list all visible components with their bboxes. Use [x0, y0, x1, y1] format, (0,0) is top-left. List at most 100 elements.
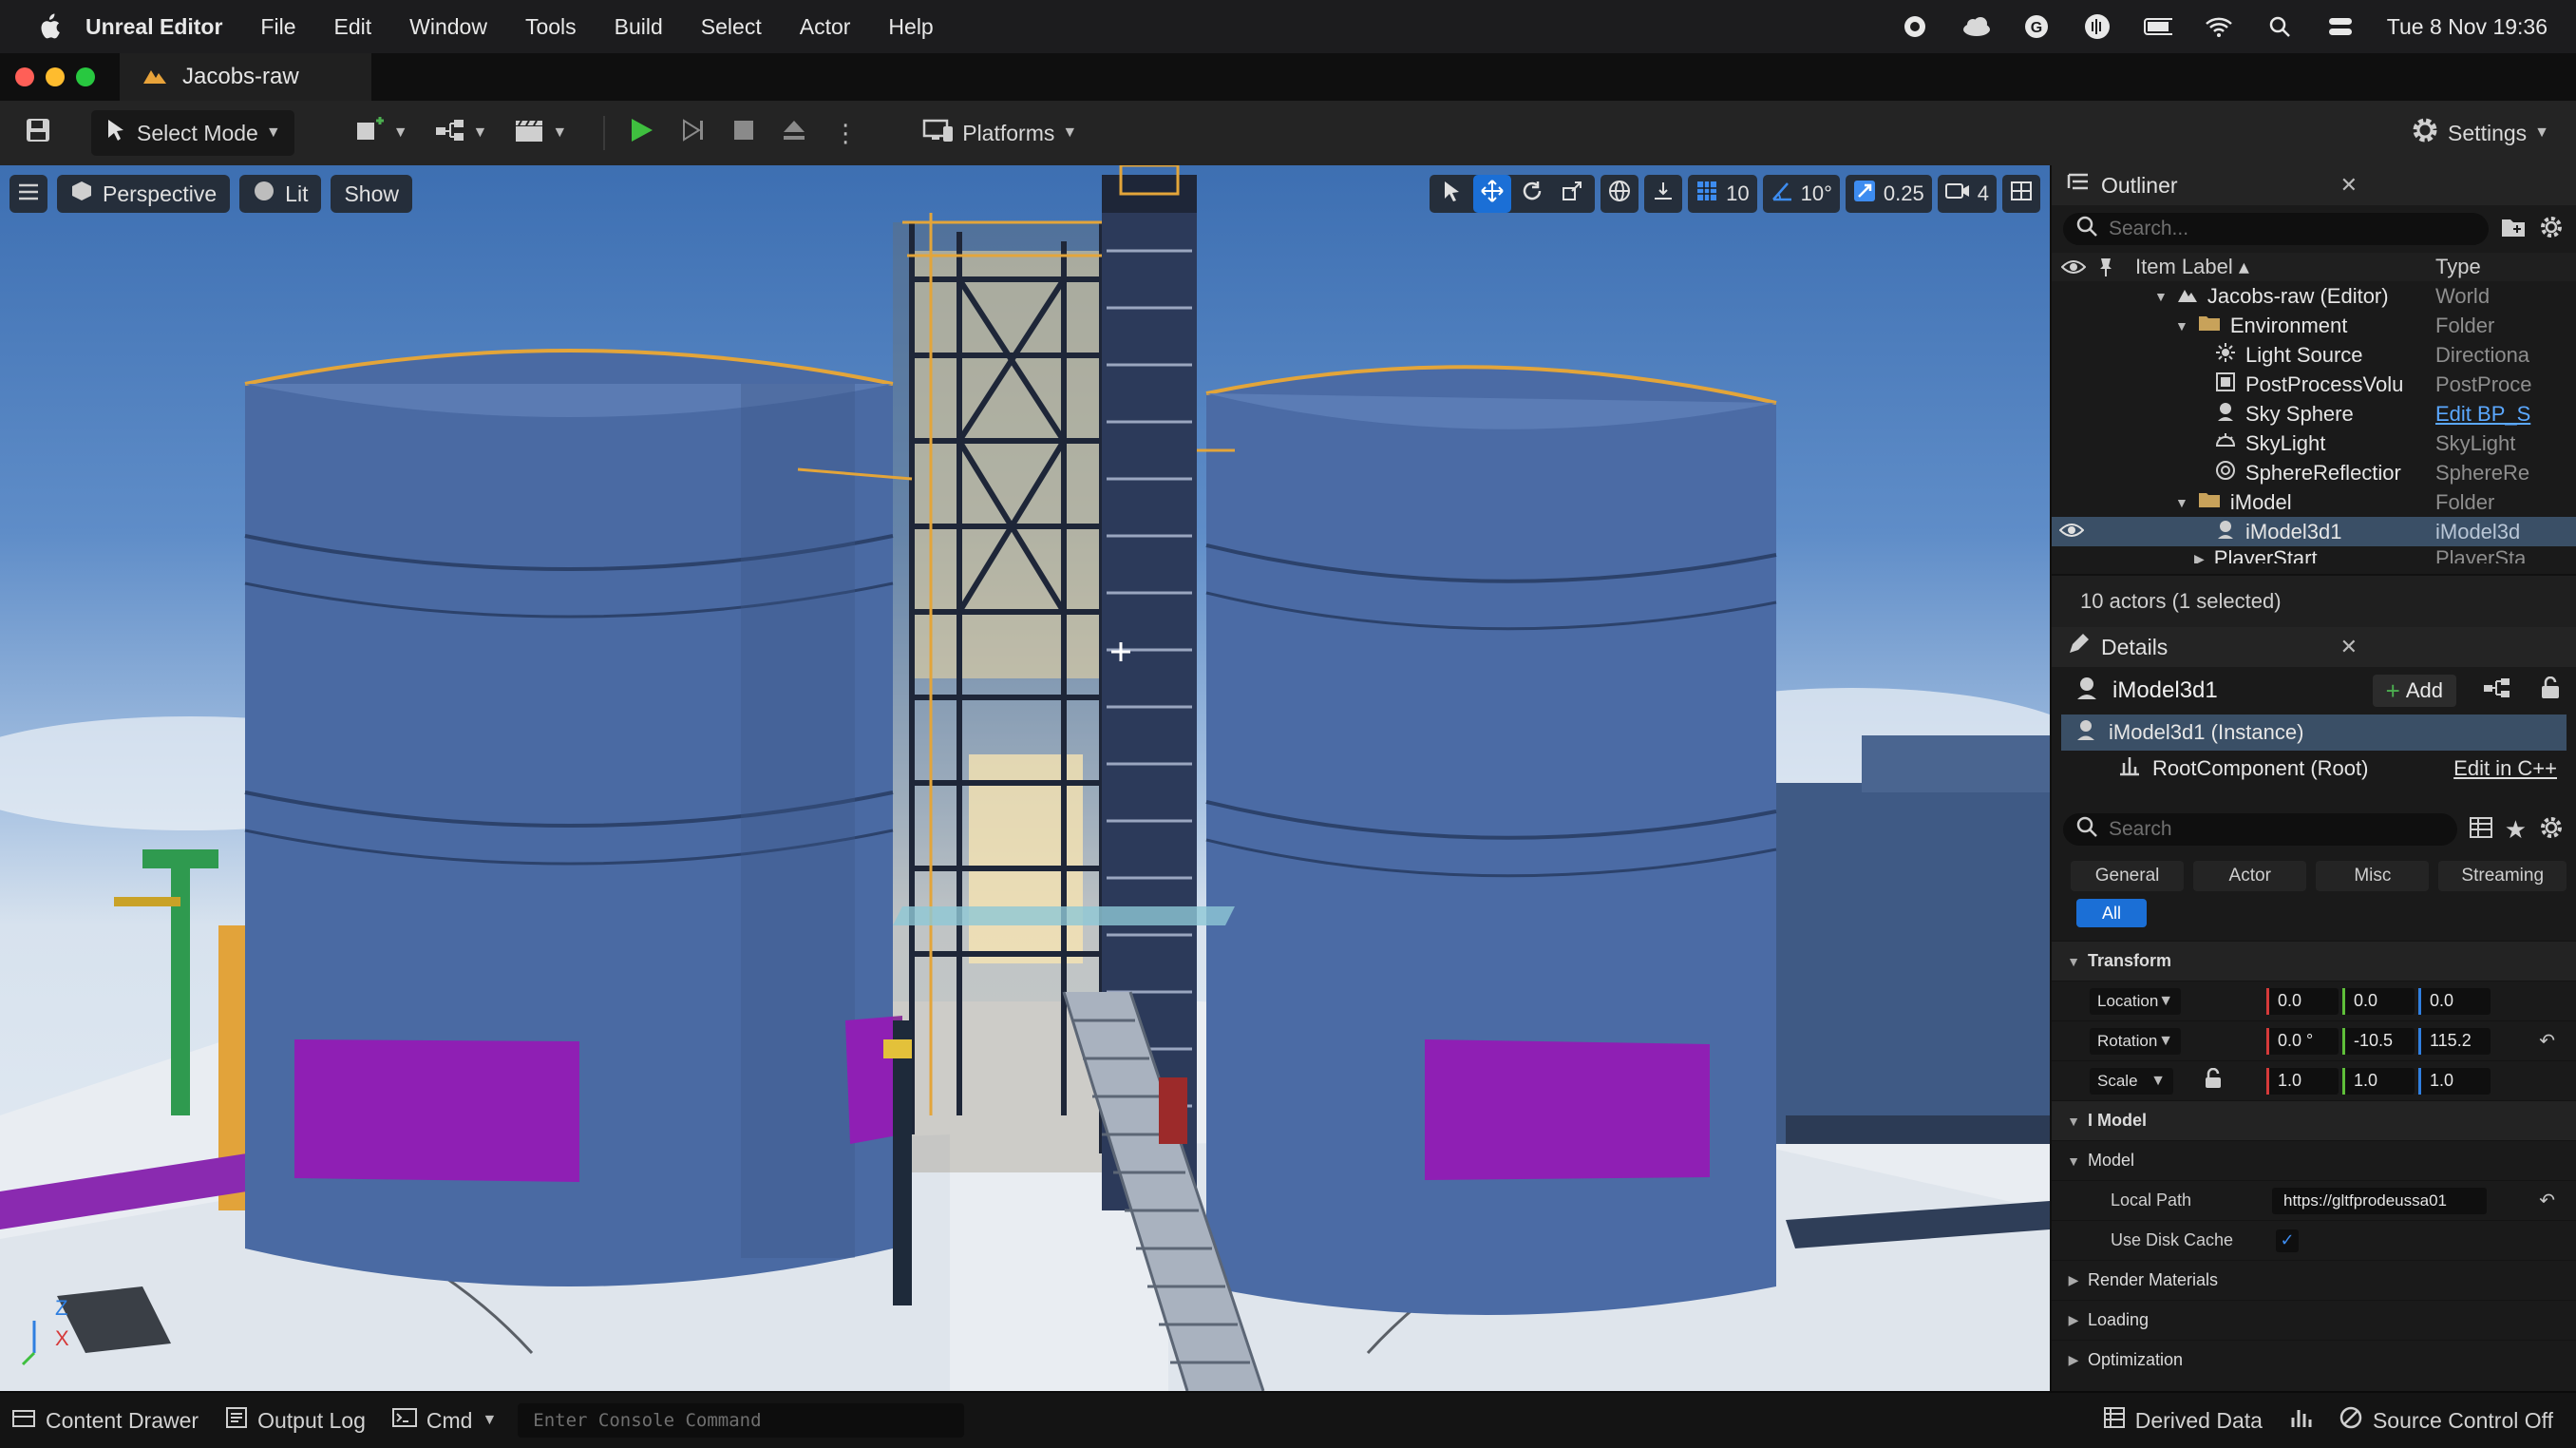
outliner-row-environment[interactable]: ▼ Environment Folder — [2052, 311, 2576, 340]
rotation-snap-button[interactable]: 10° — [1762, 175, 1840, 213]
select-tool-button[interactable] — [1433, 175, 1471, 213]
grammarly-icon[interactable]: G — [2022, 14, 2051, 39]
details-tab[interactable]: Details ✕ — [2052, 627, 2576, 667]
trace-button[interactable] — [2276, 1392, 2325, 1448]
battery-icon[interactable] — [2143, 14, 2172, 39]
play-options-button[interactable]: ⋮ — [820, 110, 871, 156]
type-column[interactable]: Type — [2435, 255, 2481, 279]
outliner-row-player-start[interactable]: ▶ PlayerStart PlayerSta — [2052, 546, 2576, 563]
menu-edit[interactable]: Edit — [333, 14, 371, 40]
details-actor-name[interactable]: iModel3d1 — [2112, 677, 2218, 704]
record-icon[interactable] — [1901, 14, 1929, 39]
location-mode-dropdown[interactable]: Location ▼ — [2090, 987, 2181, 1015]
level-tab[interactable]: Jacobs-raw — [120, 53, 371, 101]
scale-x-field[interactable]: 1.0 — [2266, 1067, 2339, 1095]
transform-section-header[interactable]: ▼ Transform — [2052, 941, 2576, 981]
location-z-field[interactable]: 0.0 — [2418, 987, 2491, 1015]
console-command-input[interactable]: Enter Console Command — [518, 1403, 965, 1438]
cmd-dropdown[interactable]: Cmd ▼ — [379, 1392, 510, 1448]
menu-file[interactable]: File — [260, 14, 295, 40]
root-component-row[interactable]: RootComponent (Root) Edit in C++ — [2052, 751, 2576, 787]
select-mode-dropdown[interactable]: Select Mode ▼ — [91, 110, 294, 156]
rotation-y-field[interactable]: -10.5 — [2342, 1027, 2415, 1055]
clock[interactable]: Tue 8 Nov 19:36 — [2387, 14, 2548, 40]
camera-speed-button[interactable]: 4 — [1937, 175, 1997, 213]
filter-tab-misc[interactable]: Misc — [2316, 861, 2430, 891]
menu-help[interactable]: Help — [888, 14, 933, 40]
content-drawer-button[interactable]: Content Drawer — [0, 1392, 212, 1448]
control-center-icon[interactable] — [2326, 14, 2355, 39]
view-mode-dropdown[interactable]: Lit — [239, 175, 322, 213]
outliner-row-postprocess[interactable]: PostProcessVolu PostProce — [2052, 370, 2576, 399]
filter-tab-all[interactable]: All — [2076, 899, 2147, 927]
world-local-toggle[interactable] — [1601, 175, 1639, 213]
optimization-section[interactable]: ▶ Optimization — [2052, 1340, 2576, 1380]
outliner-row-light-source[interactable]: Light Source Directiona — [2052, 340, 2576, 370]
eject-button[interactable] — [768, 110, 820, 156]
details-search-input[interactable]: Search — [2063, 813, 2457, 846]
loading-section[interactable]: ▶ Loading — [2052, 1300, 2576, 1340]
wifi-icon[interactable] — [2205, 14, 2233, 39]
cloud-icon[interactable] — [1961, 14, 1990, 39]
edit-in-cpp-link[interactable]: Edit in C++ — [2453, 756, 2557, 781]
scale-y-field[interactable]: 1.0 — [2342, 1067, 2415, 1095]
outliner-search-input[interactable]: Search... — [2063, 213, 2489, 245]
lock-ratio-icon[interactable] — [2204, 1067, 2223, 1094]
close-window-button[interactable] — [15, 67, 34, 86]
imodel-section-header[interactable]: ▼ I Model — [2052, 1100, 2576, 1140]
reset-to-default-icon[interactable]: ↶ — [2539, 1029, 2555, 1053]
menu-build[interactable]: Build — [615, 14, 663, 40]
filter-tab-general[interactable]: General — [2071, 861, 2185, 891]
viewport-scene[interactable] — [0, 165, 2050, 1391]
use-disk-cache-checkbox[interactable]: ✓ — [2276, 1229, 2299, 1252]
reset-to-default-icon[interactable]: ↶ — [2539, 1189, 2555, 1212]
platforms-dropdown[interactable]: Platforms ▼ — [909, 110, 1090, 156]
grid-snap-button[interactable]: 10 — [1688, 175, 1757, 213]
expand-arrow-icon[interactable]: ▼ — [2154, 289, 2168, 304]
audio-icon[interactable] — [2083, 14, 2112, 39]
eye-icon[interactable] — [2055, 258, 2092, 276]
outliner-tab[interactable]: Outliner ✕ — [2052, 165, 2576, 205]
viewport-options-button[interactable] — [9, 175, 47, 213]
filter-tab-streaming[interactable]: Streaming — [2438, 861, 2567, 891]
menu-tools[interactable]: Tools — [525, 14, 577, 40]
save-button[interactable] — [11, 110, 65, 156]
add-component-button[interactable]: + Add — [2372, 675, 2456, 707]
translate-tool-button[interactable] — [1473, 175, 1512, 213]
outliner-row-skylight[interactable]: SkyLight SkyLight — [2052, 429, 2576, 458]
expand-arrow-icon[interactable]: ▼ — [2175, 318, 2188, 333]
blueprints-button[interactable]: ▼ — [422, 110, 502, 156]
close-icon[interactable]: ✕ — [2340, 635, 2358, 659]
settings-dropdown[interactable]: Settings ▼ — [2396, 110, 2563, 156]
scale-tool-button[interactable] — [1553, 175, 1591, 213]
menu-window[interactable]: Window — [409, 14, 487, 40]
menu-select[interactable]: Select — [701, 14, 762, 40]
surface-snap-button[interactable] — [1644, 175, 1683, 213]
new-folder-icon[interactable] — [2500, 216, 2527, 243]
blueprint-icon[interactable] — [2483, 676, 2511, 706]
menu-actor[interactable]: Actor — [800, 14, 851, 40]
add-content-button[interactable]: ▼ — [342, 110, 422, 156]
outliner-row-sky-sphere[interactable]: Sky Sphere Edit BP_S — [2052, 399, 2576, 429]
output-log-button[interactable]: Output Log — [212, 1392, 379, 1448]
item-label-column[interactable]: Item Label ▴ — [2135, 255, 2249, 279]
cinematics-button[interactable]: ▼ — [501, 110, 580, 156]
table-view-icon[interactable] — [2469, 816, 2493, 844]
outliner-row-sphere-reflection[interactable]: SphereReflectior SphereRe — [2052, 458, 2576, 487]
apple-icon[interactable] — [25, 12, 72, 41]
local-path-field[interactable]: https://gltfprodeussa01 — [2272, 1187, 2487, 1214]
level-viewport[interactable]: Perspective Lit Show 10 10° 0.25 4 Z X — [0, 165, 2050, 1391]
render-materials-section[interactable]: ▶ Render Materials — [2052, 1260, 2576, 1300]
model-subsection-header[interactable]: ▼ Model — [2052, 1140, 2576, 1180]
lock-icon[interactable] — [2540, 676, 2561, 706]
filter-tab-actor[interactable]: Actor — [2193, 861, 2307, 891]
derived-data-button[interactable]: Derived Data — [2090, 1392, 2276, 1448]
location-y-field[interactable]: 0.0 — [2342, 987, 2415, 1015]
minimize-window-button[interactable] — [46, 67, 65, 86]
star-icon[interactable]: ★ — [2505, 815, 2527, 845]
rotation-z-field[interactable]: 115.2 — [2418, 1027, 2491, 1055]
rotation-mode-dropdown[interactable]: Rotation ▼ — [2090, 1027, 2181, 1055]
outliner-row-imodel3d1[interactable]: iModel3d1 iModel3d — [2052, 517, 2576, 546]
rotation-x-field[interactable]: 0.0 ° — [2266, 1027, 2339, 1055]
eye-icon[interactable] — [2058, 520, 2085, 544]
